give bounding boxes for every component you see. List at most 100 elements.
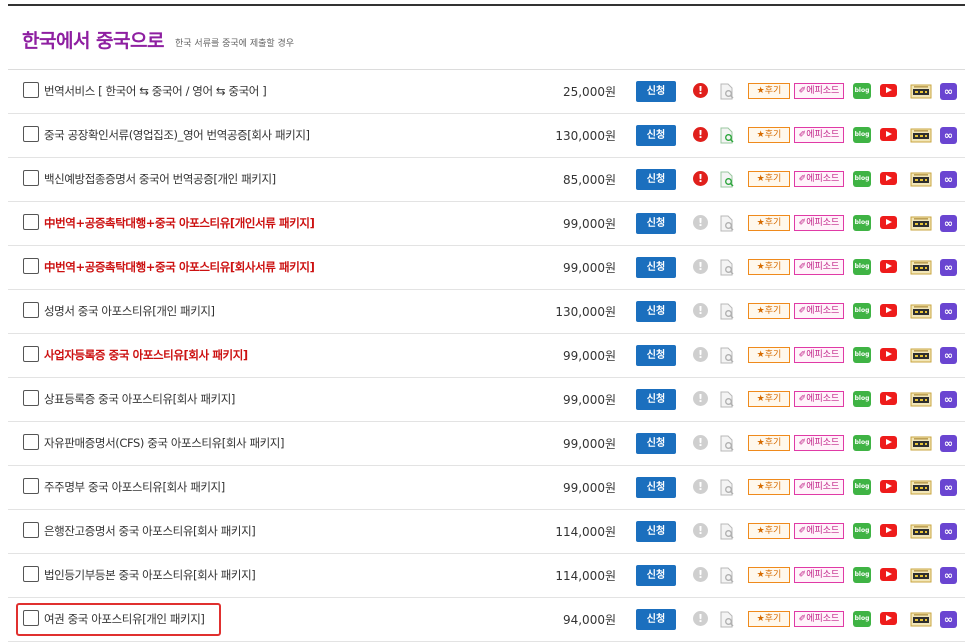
news-icon[interactable] [910, 391, 932, 408]
apply-button[interactable]: 신청 [636, 477, 676, 498]
apply-button[interactable]: 신청 [636, 81, 676, 102]
apply-button[interactable]: 신청 [636, 521, 676, 542]
review-button[interactable]: ★후기 [748, 523, 790, 539]
review-button[interactable]: ★후기 [748, 215, 790, 231]
episode-button[interactable]: ✐에피소드 [794, 523, 844, 539]
news-icon[interactable] [910, 567, 932, 584]
alert-icon[interactable]: ! [693, 523, 708, 538]
news-icon[interactable] [910, 215, 932, 232]
alert-icon[interactable]: ! [693, 435, 708, 450]
youtube-icon[interactable] [880, 392, 897, 405]
document-search-icon[interactable] [719, 435, 735, 452]
review-button[interactable]: ★후기 [748, 391, 790, 407]
news-icon[interactable] [910, 435, 932, 452]
episode-button[interactable]: ✐에피소드 [794, 567, 844, 583]
apply-button[interactable]: 신청 [636, 257, 676, 278]
row-checkbox[interactable] [23, 346, 39, 362]
news-icon[interactable] [910, 611, 932, 628]
document-search-icon[interactable] [719, 523, 735, 540]
document-search-icon[interactable] [719, 127, 735, 144]
review-button[interactable]: ★후기 [748, 435, 790, 451]
link-icon[interactable]: ∞ [940, 171, 957, 188]
episode-button[interactable]: ✐에피소드 [794, 611, 844, 627]
document-search-icon[interactable] [719, 479, 735, 496]
episode-button[interactable]: ✐에피소드 [794, 259, 844, 275]
apply-button[interactable]: 신청 [636, 213, 676, 234]
news-icon[interactable] [910, 523, 932, 540]
link-icon[interactable]: ∞ [940, 303, 957, 320]
news-icon[interactable] [910, 127, 932, 144]
alert-icon[interactable]: ! [693, 567, 708, 582]
youtube-icon[interactable] [880, 480, 897, 493]
alert-icon[interactable]: ! [693, 347, 708, 362]
youtube-icon[interactable] [880, 260, 897, 273]
document-search-icon[interactable] [719, 215, 735, 232]
apply-button[interactable]: 신청 [636, 433, 676, 454]
blog-icon[interactable]: blog [853, 171, 871, 187]
youtube-icon[interactable] [880, 524, 897, 537]
alert-icon[interactable]: ! [693, 171, 708, 186]
review-button[interactable]: ★후기 [748, 567, 790, 583]
review-button[interactable]: ★후기 [748, 611, 790, 627]
review-button[interactable]: ★후기 [748, 479, 790, 495]
review-button[interactable]: ★후기 [748, 303, 790, 319]
apply-button[interactable]: 신청 [636, 609, 676, 630]
link-icon[interactable]: ∞ [940, 523, 957, 540]
link-icon[interactable]: ∞ [940, 479, 957, 496]
alert-icon[interactable]: ! [693, 391, 708, 406]
document-search-icon[interactable] [719, 611, 735, 628]
episode-button[interactable]: ✐에피소드 [794, 171, 844, 187]
blog-icon[interactable]: blog [853, 391, 871, 407]
blog-icon[interactable]: blog [853, 479, 871, 495]
episode-button[interactable]: ✐에피소드 [794, 391, 844, 407]
row-checkbox[interactable] [23, 214, 39, 230]
blog-icon[interactable]: blog [853, 435, 871, 451]
row-checkbox[interactable] [23, 478, 39, 494]
youtube-icon[interactable] [880, 84, 897, 97]
apply-button[interactable]: 신청 [636, 125, 676, 146]
youtube-icon[interactable] [880, 216, 897, 229]
youtube-icon[interactable] [880, 348, 897, 361]
apply-button[interactable]: 신청 [636, 565, 676, 586]
episode-button[interactable]: ✐에피소드 [794, 347, 844, 363]
episode-button[interactable]: ✐에피소드 [794, 479, 844, 495]
document-search-icon[interactable] [719, 83, 735, 100]
news-icon[interactable] [910, 171, 932, 188]
youtube-icon[interactable] [880, 304, 897, 317]
blog-icon[interactable]: blog [853, 611, 871, 627]
news-icon[interactable] [910, 83, 932, 100]
news-icon[interactable] [910, 479, 932, 496]
apply-button[interactable]: 신청 [636, 345, 676, 366]
link-icon[interactable]: ∞ [940, 391, 957, 408]
apply-button[interactable]: 신청 [636, 389, 676, 410]
youtube-icon[interactable] [880, 172, 897, 185]
document-search-icon[interactable] [719, 567, 735, 584]
row-checkbox[interactable] [23, 610, 39, 626]
link-icon[interactable]: ∞ [940, 215, 957, 232]
youtube-icon[interactable] [880, 436, 897, 449]
review-button[interactable]: ★후기 [748, 171, 790, 187]
review-button[interactable]: ★후기 [748, 83, 790, 99]
row-checkbox[interactable] [23, 522, 39, 538]
document-search-icon[interactable] [719, 259, 735, 276]
row-checkbox[interactable] [23, 82, 39, 98]
row-checkbox[interactable] [23, 258, 39, 274]
news-icon[interactable] [910, 347, 932, 364]
blog-icon[interactable]: blog [853, 83, 871, 99]
review-button[interactable]: ★후기 [748, 127, 790, 143]
link-icon[interactable]: ∞ [940, 259, 957, 276]
alert-icon[interactable]: ! [693, 83, 708, 98]
row-checkbox[interactable] [23, 566, 39, 582]
row-checkbox[interactable] [23, 170, 39, 186]
row-checkbox[interactable] [23, 126, 39, 142]
row-checkbox[interactable] [23, 302, 39, 318]
blog-icon[interactable]: blog [853, 567, 871, 583]
episode-button[interactable]: ✐에피소드 [794, 215, 844, 231]
link-icon[interactable]: ∞ [940, 83, 957, 100]
blog-icon[interactable]: blog [853, 303, 871, 319]
document-search-icon[interactable] [719, 303, 735, 320]
youtube-icon[interactable] [880, 612, 897, 625]
episode-button[interactable]: ✐에피소드 [794, 303, 844, 319]
apply-button[interactable]: 신청 [636, 169, 676, 190]
link-icon[interactable]: ∞ [940, 347, 957, 364]
